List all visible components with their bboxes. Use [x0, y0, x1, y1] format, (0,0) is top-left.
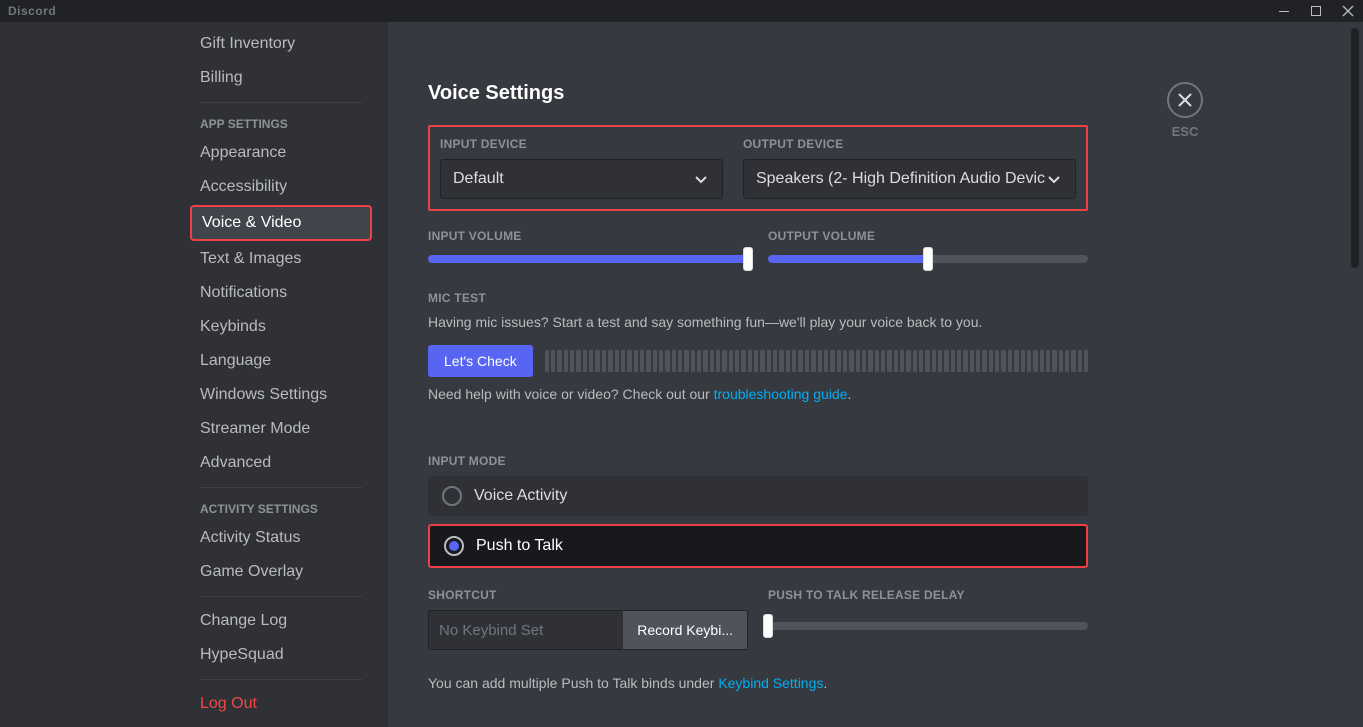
ptt-delay-slider[interactable] [768, 622, 1088, 630]
record-keybind-button[interactable]: Record Keybi... [623, 611, 747, 649]
keybind-placeholder: No Keybind Set [429, 611, 623, 649]
input-device-value: Default [453, 170, 504, 188]
maximize-button[interactable] [1309, 4, 1323, 18]
sidebar-divider [200, 596, 362, 597]
close-icon [1176, 91, 1194, 109]
sidebar-divider [200, 487, 362, 488]
output-device-select[interactable]: Speakers (2- High Definition Audio Devic [743, 159, 1076, 199]
settings-main: ESC Voice Settings INPUT DEVICE Default … [388, 22, 1363, 727]
close-button[interactable] [1167, 82, 1203, 118]
minimize-button[interactable] [1277, 4, 1291, 18]
settings-sidebar: Gift Inventory Billing APP SETTINGS Appe… [0, 22, 388, 727]
mic-level-meter [545, 350, 1088, 372]
sidebar-item-streamer-mode[interactable]: Streamer Mode [190, 413, 372, 445]
radio-push-to-talk[interactable]: Push to Talk [428, 524, 1088, 568]
app-title: Discord [8, 4, 56, 18]
help-text: Need help with voice or video? Check out… [428, 385, 1088, 405]
slider-thumb[interactable] [923, 247, 933, 271]
scrollbar[interactable] [1351, 28, 1359, 268]
sidebar-item-change-log[interactable]: Change Log [190, 605, 372, 637]
sidebar-item-billing[interactable]: Billing [190, 62, 372, 94]
close-label: ESC [1172, 124, 1199, 139]
sidebar-item-language[interactable]: Language [190, 345, 372, 377]
slider-thumb[interactable] [763, 614, 773, 638]
sidebar-item-activity-status[interactable]: Activity Status [190, 522, 372, 554]
sidebar-divider [200, 102, 362, 103]
sidebar-item-advanced[interactable]: Advanced [190, 447, 372, 479]
output-volume-slider[interactable] [768, 255, 1088, 263]
sidebar-item-keybinds[interactable]: Keybinds [190, 311, 372, 343]
output-device-label: OUTPUT DEVICE [743, 137, 1076, 151]
input-device-select[interactable]: Default [440, 159, 723, 199]
input-mode-heading: INPUT MODE [428, 454, 1088, 468]
slider-thumb[interactable] [743, 247, 753, 271]
sidebar-heading-activity: ACTIVITY SETTINGS [190, 496, 372, 522]
window-controls [1277, 4, 1355, 18]
radio-icon [444, 536, 464, 556]
keybind-settings-link[interactable]: Keybind Settings [718, 675, 823, 691]
sidebar-item-game-overlay[interactable]: Game Overlay [190, 556, 372, 588]
titlebar: Discord [0, 0, 1363, 22]
radio-voice-activity[interactable]: Voice Activity [428, 476, 1088, 516]
close-window-button[interactable] [1341, 4, 1355, 18]
radio-label: Push to Talk [476, 537, 563, 555]
sidebar-item-gift-inventory[interactable]: Gift Inventory [190, 28, 372, 60]
page-title: Voice Settings [428, 82, 1088, 105]
sidebar-heading-app: APP SETTINGS [190, 111, 372, 137]
lets-check-button[interactable]: Let's Check [428, 345, 533, 377]
radio-label: Voice Activity [474, 487, 567, 505]
input-volume-label: INPUT VOLUME [428, 229, 748, 243]
keybind-input[interactable]: No Keybind Set Record Keybi... [428, 610, 748, 650]
sidebar-item-appearance[interactable]: Appearance [190, 137, 372, 169]
sidebar-item-text-images[interactable]: Text & Images [190, 243, 372, 275]
sidebar-divider [200, 679, 362, 680]
sidebar-item-windows-settings[interactable]: Windows Settings [190, 379, 372, 411]
output-device-value: Speakers (2- High Definition Audio Devic [756, 170, 1045, 188]
output-volume-label: OUTPUT VOLUME [768, 229, 1088, 243]
ptt-delay-heading: PUSH TO TALK RELEASE DELAY [768, 588, 1088, 602]
input-device-label: INPUT DEVICE [440, 137, 723, 151]
close-settings: ESC [1167, 82, 1203, 139]
chevron-down-icon [1045, 170, 1063, 188]
sidebar-item-logout[interactable]: Log Out [190, 688, 372, 720]
mic-test-heading: MIC TEST [428, 291, 1088, 305]
sidebar-item-notifications[interactable]: Notifications [190, 277, 372, 309]
chevron-down-icon [692, 170, 710, 188]
sidebar-item-accessibility[interactable]: Accessibility [190, 171, 372, 203]
sidebar-item-voice-video[interactable]: Voice & Video [190, 205, 372, 241]
mic-test-desc: Having mic issues? Start a test and say … [428, 313, 1088, 333]
radio-icon [442, 486, 462, 506]
sidebar-item-hypesquad[interactable]: HypeSquad [190, 639, 372, 671]
troubleshooting-link[interactable]: troubleshooting guide [714, 386, 848, 402]
shortcut-heading: SHORTCUT [428, 588, 748, 602]
ptt-help-text: You can add multiple Push to Talk binds … [428, 674, 1088, 694]
input-volume-slider[interactable] [428, 255, 748, 263]
